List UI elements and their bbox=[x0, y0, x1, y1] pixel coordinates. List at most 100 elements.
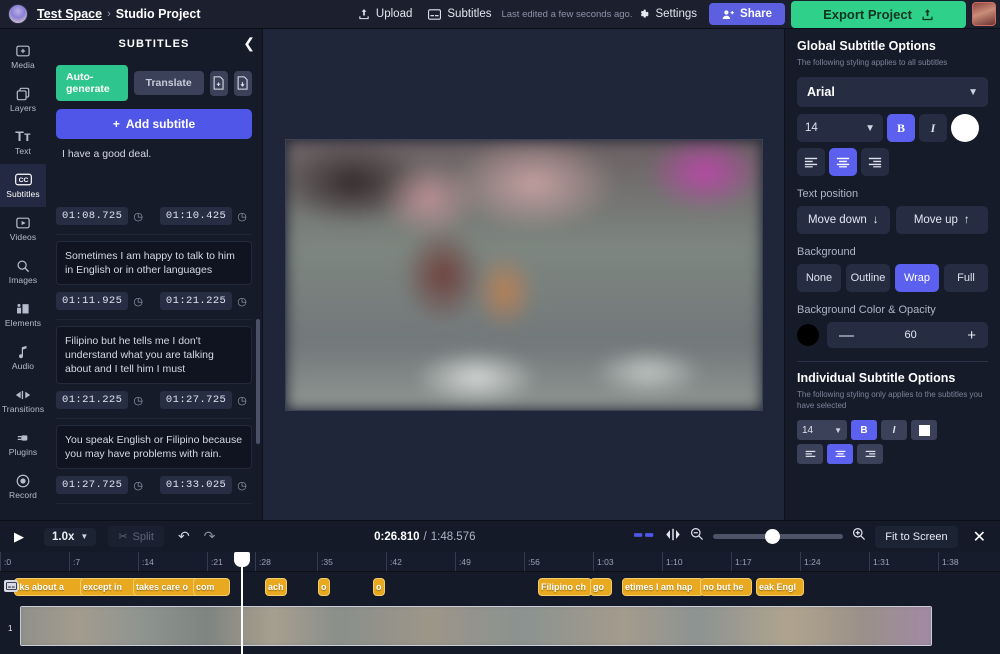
start-timecode[interactable]: 01:21.225 bbox=[56, 391, 128, 409]
timeline-clip[interactable]: ach bbox=[265, 578, 287, 596]
font-color-swatch[interactable] bbox=[951, 114, 979, 142]
timeline-clip[interactable]: lks about a bbox=[14, 578, 86, 596]
timeline-ruler[interactable]: :0 :7 :14 :21 :28 :35 :42 :49 :56 1:03 1… bbox=[0, 552, 1000, 572]
clock-icon[interactable]: ◷ bbox=[133, 394, 143, 407]
list-item[interactable]: You speak English or Filipino because yo… bbox=[56, 419, 252, 504]
clock-icon[interactable]: ◷ bbox=[237, 394, 247, 407]
align-right-icon[interactable] bbox=[861, 148, 889, 176]
zoom-in-icon[interactable] bbox=[852, 527, 866, 546]
subtitles-header-button[interactable]: Subtitles bbox=[420, 4, 499, 24]
individual-color-swatch[interactable] bbox=[911, 420, 937, 440]
rail-item-videos[interactable]: Videos bbox=[0, 207, 46, 250]
add-subtitle-button[interactable]: + Add subtitle bbox=[56, 109, 252, 139]
fit-to-screen-button[interactable]: Fit to Screen bbox=[875, 526, 957, 548]
file-export-icon[interactable] bbox=[234, 71, 252, 96]
opacity-increase-button[interactable]: + bbox=[967, 328, 976, 343]
font-size-select[interactable]: 14 ▼ bbox=[797, 114, 883, 142]
timeline-clip[interactable]: eak Engl bbox=[756, 578, 804, 596]
clock-icon[interactable]: ◷ bbox=[133, 479, 143, 492]
timeline-clip[interactable]: o bbox=[318, 578, 330, 596]
clock-icon[interactable]: ◷ bbox=[237, 295, 247, 308]
settings-button[interactable]: Settings bbox=[636, 4, 705, 24]
individual-italic-button[interactable]: I bbox=[881, 420, 907, 440]
subtitle-text[interactable]: I have a good deal. bbox=[56, 147, 252, 167]
share-button[interactable]: Share bbox=[709, 3, 785, 25]
timeline-clip[interactable]: go bbox=[590, 578, 612, 596]
upload-button[interactable]: Upload bbox=[350, 4, 420, 24]
rail-item-record[interactable]: Record bbox=[0, 465, 46, 508]
subtitle-track[interactable]: lks about a except in takes care o com a… bbox=[0, 572, 1000, 602]
individual-align-center-icon[interactable] bbox=[827, 444, 853, 464]
breadcrumb-workspace[interactable]: Test Space bbox=[37, 7, 102, 21]
rail-item-subtitles[interactable]: CC Subtitles bbox=[0, 164, 46, 207]
subtitle-text[interactable]: You speak English or Filipino because yo… bbox=[56, 425, 252, 469]
clock-icon[interactable]: ◷ bbox=[133, 210, 143, 223]
rail-item-media[interactable]: Media bbox=[0, 35, 46, 78]
chevron-left-icon[interactable]: ❮ bbox=[243, 35, 255, 51]
play-icon[interactable]: ▶ bbox=[14, 529, 24, 545]
individual-font-size-select[interactable]: 14 ▼ bbox=[797, 420, 847, 440]
rail-item-images[interactable]: Images bbox=[0, 250, 46, 293]
clock-icon[interactable]: ◷ bbox=[237, 210, 247, 223]
export-project-button[interactable]: Export Project bbox=[791, 1, 966, 28]
list-item[interactable]: I have a good deal. 01:08.725 ◷ 01:10.42… bbox=[56, 147, 252, 235]
playback-speed-select[interactable]: 1.0x ▼ bbox=[44, 528, 96, 546]
zoom-slider-handle[interactable] bbox=[765, 529, 780, 544]
individual-bold-button[interactable]: B bbox=[851, 420, 877, 440]
auto-generate-button[interactable]: Auto-generate bbox=[56, 65, 128, 101]
font-family-select[interactable]: Arial ▼ bbox=[797, 77, 988, 107]
redo-icon[interactable]: ↷ bbox=[204, 528, 216, 545]
move-down-button[interactable]: Move down ↓ bbox=[797, 206, 890, 234]
move-up-button[interactable]: Move up ↑ bbox=[896, 206, 989, 234]
timeline-clip[interactable]: no but he bbox=[700, 578, 752, 596]
snap-magnet-icon[interactable] bbox=[665, 528, 681, 546]
playhead[interactable] bbox=[241, 552, 243, 654]
end-timecode[interactable]: 01:33.025 bbox=[160, 476, 232, 494]
start-timecode[interactable]: 01:11.925 bbox=[56, 292, 128, 310]
start-timecode[interactable]: 01:08.725 bbox=[56, 207, 128, 225]
align-left-icon[interactable] bbox=[797, 148, 825, 176]
opacity-decrease-button[interactable]: — bbox=[839, 328, 854, 343]
align-center-icon[interactable] bbox=[829, 148, 857, 176]
timeline-clip[interactable]: o bbox=[373, 578, 385, 596]
app-logo-icon[interactable] bbox=[8, 4, 28, 24]
clock-icon[interactable]: ◷ bbox=[237, 479, 247, 492]
rail-item-layers[interactable]: Layers bbox=[0, 78, 46, 121]
video-track[interactable]: 1 bbox=[0, 602, 1000, 654]
waveform-toggle-icon[interactable] bbox=[634, 528, 656, 546]
user-avatar[interactable] bbox=[972, 2, 996, 26]
list-item[interactable]: Sometimes I am happy to talk to him in E… bbox=[56, 235, 252, 320]
end-timecode[interactable]: 01:27.725 bbox=[160, 391, 232, 409]
rail-item-transitions[interactable]: Transitions bbox=[0, 379, 46, 422]
background-option-wrap[interactable]: Wrap bbox=[895, 264, 939, 292]
undo-icon[interactable]: ↶ bbox=[178, 528, 190, 545]
end-timecode[interactable]: 01:21.225 bbox=[160, 292, 232, 310]
timeline-clip[interactable]: com bbox=[193, 578, 230, 596]
panel-scrollbar[interactable] bbox=[256, 319, 260, 444]
rail-item-elements[interactable]: Elements bbox=[0, 293, 46, 336]
background-option-none[interactable]: None bbox=[797, 264, 841, 292]
zoom-slider[interactable] bbox=[713, 534, 843, 539]
video-clip[interactable] bbox=[20, 606, 932, 646]
clock-icon[interactable]: ◷ bbox=[133, 295, 143, 308]
bold-button[interactable]: B bbox=[887, 114, 915, 142]
split-button[interactable]: ✂ Split bbox=[108, 526, 164, 547]
timeline-clip[interactable]: etimes I am hap bbox=[622, 578, 704, 596]
start-timecode[interactable]: 01:27.725 bbox=[56, 476, 128, 494]
opacity-stepper[interactable]: — 60 + bbox=[827, 322, 988, 348]
individual-align-left-icon[interactable] bbox=[797, 444, 823, 464]
playhead-handle[interactable] bbox=[234, 552, 250, 567]
subtitle-text[interactable]: Filipino but he tells me I don't underst… bbox=[56, 326, 252, 384]
background-color-swatch[interactable] bbox=[797, 324, 819, 346]
rail-item-audio[interactable]: Audio bbox=[0, 336, 46, 379]
zoom-out-icon[interactable] bbox=[690, 527, 704, 546]
rail-item-plugins[interactable]: Plugins bbox=[0, 422, 46, 465]
background-option-outline[interactable]: Outline bbox=[846, 264, 890, 292]
close-icon[interactable]: ✕ bbox=[967, 527, 992, 547]
individual-align-right-icon[interactable] bbox=[857, 444, 883, 464]
subtitle-text[interactable]: Sometimes I am happy to talk to him in E… bbox=[56, 241, 252, 285]
subtitle-list[interactable]: I have a good deal. 01:08.725 ◷ 01:10.42… bbox=[46, 147, 262, 520]
italic-button[interactable]: I bbox=[919, 114, 947, 142]
file-import-icon[interactable] bbox=[210, 71, 228, 96]
translate-button[interactable]: Translate bbox=[134, 71, 204, 95]
